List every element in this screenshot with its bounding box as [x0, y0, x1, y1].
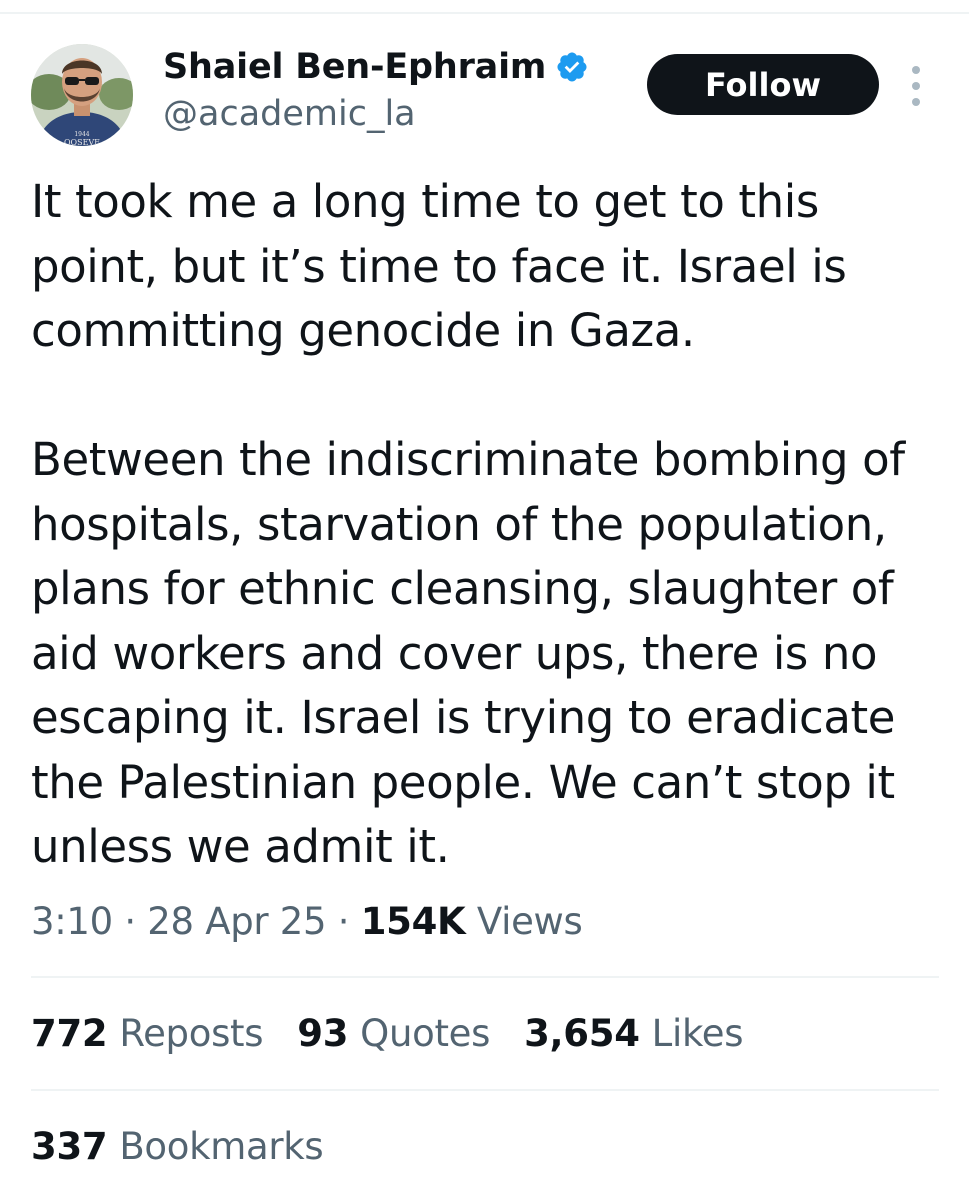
- likes-label: Likes: [651, 1012, 744, 1055]
- meta-separator: ·: [337, 900, 350, 943]
- quotes-link[interactable]: 93 Quotes: [297, 1012, 490, 1055]
- likes-link[interactable]: 3,654 Likes: [524, 1012, 743, 1055]
- more-dot: [912, 66, 920, 74]
- tweet-text: It took me a long time to get to this po…: [31, 170, 951, 880]
- tweet-line: escaping it. Israel is trying to eradica…: [31, 691, 896, 744]
- quotes-count: 93: [297, 1012, 349, 1055]
- tweet-line: plans for ethnic cleansing, slaughter of: [31, 562, 894, 615]
- more-dot: [912, 82, 920, 90]
- avatar-shirt-word: OOSEVE: [64, 138, 100, 146]
- engagement-stats: 772 Reposts 93 Quotes 3,654 Likes: [31, 1012, 777, 1055]
- divider: [31, 976, 939, 978]
- tweet-line: hospitals, starvation of the population,: [31, 497, 887, 551]
- author-name-row: Shaiel Ben-Ephraim: [163, 44, 589, 90]
- top-divider: [0, 12, 969, 14]
- meta-separator: ·: [124, 900, 136, 943]
- reposts-label: Reposts: [119, 1012, 264, 1055]
- reposts-count: 772: [31, 1012, 108, 1055]
- follow-button[interactable]: Follow: [647, 54, 879, 115]
- divider: [31, 1089, 939, 1091]
- display-name[interactable]: Shaiel Ben-Ephraim: [163, 47, 546, 87]
- quotes-label: Quotes: [360, 1012, 491, 1055]
- tweet-line: unless we admit it.: [31, 820, 450, 873]
- tweet-line: It took me a long time to get to this: [31, 175, 819, 228]
- tweet-line: point, but it’s time to face it. Israel …: [31, 239, 847, 293]
- views-label: Views: [476, 900, 583, 943]
- bookmarks-count: 337: [31, 1125, 108, 1168]
- tweet-time[interactable]: 3:10: [31, 900, 113, 943]
- reposts-link[interactable]: 772 Reposts: [31, 1012, 264, 1055]
- bookmarks-label: Bookmarks: [119, 1125, 324, 1168]
- avatar[interactable]: 1944 OOSEVE: [31, 44, 133, 146]
- tweet-line: aid workers and cover ups, there is no: [31, 626, 878, 680]
- tweet-date[interactable]: 28 Apr 25: [147, 900, 326, 943]
- tweet-meta: 3:10 · 28 Apr 25 · 154K Views: [31, 900, 583, 943]
- more-dot: [912, 98, 920, 106]
- tweet-line: the Palestinian people. We can’t stop it: [31, 755, 895, 809]
- avatar-shirt-year: 1944: [74, 131, 89, 138]
- verified-badge-icon[interactable]: [555, 50, 589, 84]
- bookmarks-link[interactable]: 337 Bookmarks: [31, 1125, 324, 1168]
- author-handle[interactable]: @academic_la: [163, 94, 416, 134]
- more-vertical-icon[interactable]: [905, 66, 927, 106]
- tweet-line: committing genocide in Gaza.: [31, 304, 695, 357]
- tweet-line: Between the indiscriminate bombing of: [31, 433, 905, 486]
- views-count: 154K: [360, 900, 466, 943]
- likes-count: 3,654: [524, 1012, 640, 1055]
